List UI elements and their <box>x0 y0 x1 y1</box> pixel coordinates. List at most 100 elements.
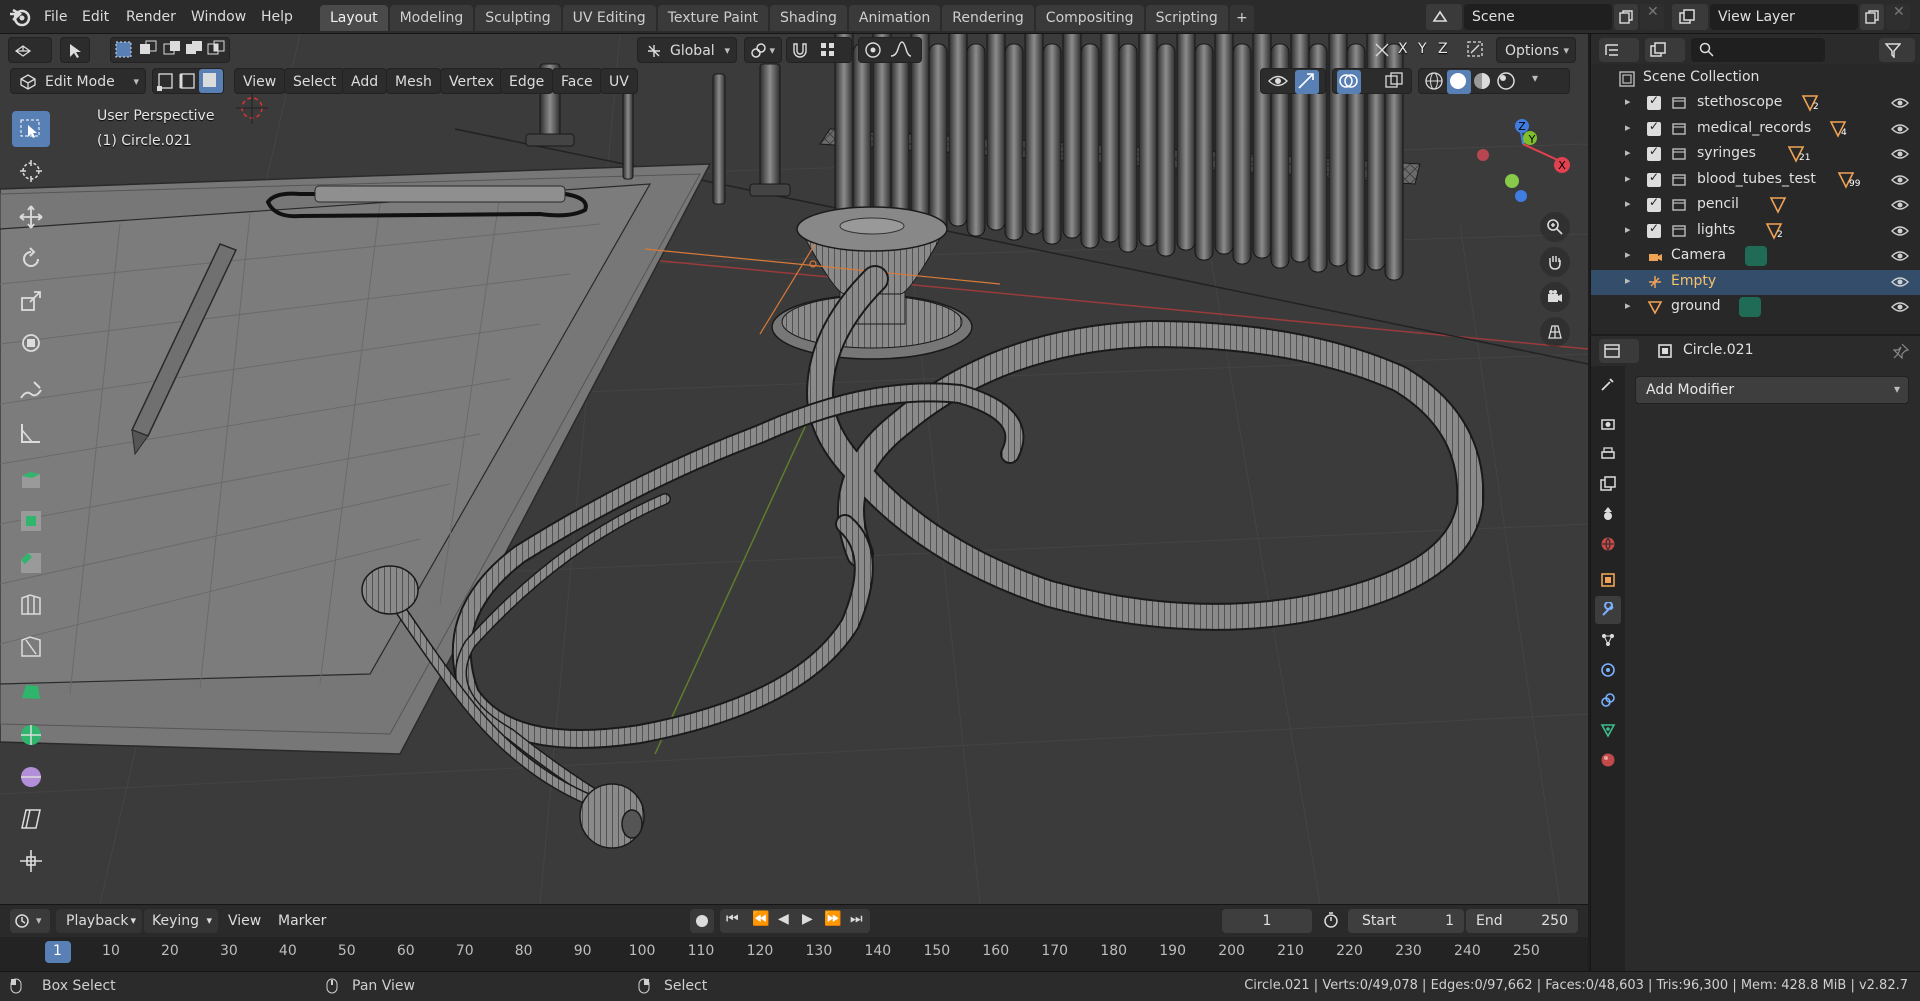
overlays-icon[interactable] <box>1337 70 1361 94</box>
playback-menu[interactable]: Playback ▾ <box>56 909 142 933</box>
mesh-data-badge-icon[interactable] <box>1829 120 1851 140</box>
outliner-item-5[interactable]: ▸ ✓ lights 2 <box>1591 219 1920 244</box>
next-keyframe-icon[interactable]: ⏩ <box>824 911 841 927</box>
menu-view[interactable]: View <box>234 68 286 94</box>
select-invert-icon[interactable] <box>183 38 207 62</box>
menu-file[interactable]: File <box>38 6 73 28</box>
mesh-data-badge-icon[interactable] <box>1801 94 1823 114</box>
eye-icon[interactable] <box>1891 173 1909 187</box>
jump-start-icon[interactable]: ⏮ <box>726 911 739 927</box>
selectability-eye-icon[interactable] <box>1267 70 1291 94</box>
rendered-shading-icon[interactable] <box>1495 70 1519 94</box>
frame-ruler[interactable]: 1 10 20 30 40 50 60 70 80 90 100 110 120 130 140 150 160… <box>0 937 1588 971</box>
frame-start-field[interactable]: Start 1 <box>1348 909 1464 933</box>
delete-view-layer-button[interactable]: ✕ <box>1886 4 1910 30</box>
scene-render[interactable]: X Y Z <box>0 34 1588 904</box>
tab-tool-settings[interactable] <box>1595 370 1621 398</box>
menu-window[interactable]: Window <box>185 6 252 28</box>
new-view-layer-button[interactable] <box>1860 4 1884 30</box>
view-layer-name-field[interactable]: View Layer <box>1710 4 1858 30</box>
expand-arrow-icon[interactable]: ▸ <box>1625 121 1631 134</box>
current-frame-field[interactable]: 1 <box>1222 909 1312 933</box>
menu-edit[interactable]: Edit <box>76 6 115 28</box>
extrude-tool[interactable] <box>12 461 50 497</box>
scene-browse-button[interactable] <box>1426 4 1462 30</box>
tab-object[interactable] <box>1595 566 1621 594</box>
select-tool-header-button[interactable] <box>60 37 90 63</box>
keying-menu[interactable]: Keying ▾ <box>144 909 218 933</box>
cursor-tool[interactable] <box>12 153 50 189</box>
timeline-view-menu[interactable]: View <box>228 909 261 933</box>
edge-select-icon[interactable] <box>177 70 201 94</box>
rip-tool[interactable] <box>12 843 50 879</box>
menu-face[interactable]: Face <box>552 68 602 94</box>
mesh-data-badge-icon[interactable] <box>1765 222 1787 242</box>
menu-add[interactable]: Add <box>342 68 388 94</box>
marker-menu[interactable]: Marker <box>278 909 326 933</box>
mirror-axis-x[interactable]: X <box>1398 41 1408 57</box>
move-tool[interactable] <box>12 199 50 235</box>
smooth-tool[interactable] <box>12 759 50 795</box>
outliner-item-0[interactable]: ▸ ✓ stethoscope 2 <box>1591 91 1920 116</box>
pin-icon[interactable] <box>1893 343 1909 359</box>
vertex-select-icon[interactable] <box>155 70 179 94</box>
outliner-item-4[interactable]: ▸ ✓ pencil <box>1591 193 1920 218</box>
spin-tool[interactable] <box>12 717 50 753</box>
tab-scripting[interactable]: Scripting <box>1145 5 1228 31</box>
exclude-checkbox[interactable]: ✓ <box>1647 144 1661 161</box>
expand-arrow-icon[interactable]: ▸ <box>1625 146 1631 159</box>
eye-icon[interactable] <box>1891 300 1909 314</box>
mesh-data-badge-icon[interactable] <box>1769 196 1791 216</box>
transform-tool[interactable] <box>12 325 50 361</box>
measure-tool[interactable] <box>12 415 50 451</box>
tab-output[interactable] <box>1595 440 1621 468</box>
tab-scene[interactable] <box>1595 500 1621 528</box>
pan-button[interactable] <box>1540 247 1570 277</box>
tab-physics[interactable] <box>1595 656 1621 684</box>
delete-scene-button[interactable]: ✕ <box>1640 4 1664 30</box>
tab-particles[interactable] <box>1595 626 1621 654</box>
camera-view-button[interactable] <box>1540 282 1570 312</box>
mirror-icon[interactable] <box>1372 40 1396 64</box>
tab-world[interactable] <box>1595 530 1621 558</box>
outliner-item-1[interactable]: ▸ ✓ medical_records 4 <box>1591 117 1920 142</box>
exclude-checkbox[interactable]: ✓ <box>1647 221 1661 238</box>
face-select-icon[interactable] <box>199 69 223 93</box>
xray-icon[interactable] <box>1383 70 1407 94</box>
interaction-mode-dropdown[interactable]: Edit Mode <box>10 68 146 95</box>
menu-select[interactable]: Select <box>284 68 346 94</box>
exclude-checkbox[interactable]: ✓ <box>1647 170 1661 187</box>
menu-vertex[interactable]: Vertex <box>440 68 504 94</box>
mirror-axis-z[interactable]: Z <box>1438 41 1448 57</box>
mesh-data-badge-icon[interactable] <box>1739 297 1761 317</box>
play-icon[interactable]: ▶ <box>802 911 813 927</box>
menu-mesh[interactable]: Mesh <box>386 68 441 94</box>
annotate-tool[interactable] <box>12 373 50 409</box>
outliner-scene-collection[interactable]: Scene Collection <box>1591 66 1920 91</box>
tab-material[interactable] <box>1595 746 1621 774</box>
expand-arrow-icon[interactable]: ▸ <box>1625 274 1631 287</box>
expand-arrow-icon[interactable]: ▸ <box>1625 197 1631 210</box>
gizmo-toggle-icon[interactable] <box>1295 70 1319 94</box>
view-layer-browse-button[interactable] <box>1672 4 1708 30</box>
perspective-toggle-button[interactable] <box>1540 317 1570 347</box>
editor-type-button[interactable] <box>8 37 52 63</box>
blender-logo-icon[interactable] <box>8 6 32 28</box>
display-mode-button[interactable] <box>1645 38 1685 62</box>
menu-edge[interactable]: Edge <box>500 68 554 94</box>
camera-data-badge-icon[interactable] <box>1745 246 1767 266</box>
scene-name-field[interactable]: Scene <box>1464 4 1612 30</box>
expand-arrow-icon[interactable]: ▸ <box>1625 223 1631 236</box>
rotate-tool[interactable] <box>12 241 50 277</box>
shear-tool[interactable] <box>12 801 50 837</box>
outliner-item-3[interactable]: ▸ ✓ blood_tubes_test 99 <box>1591 168 1920 193</box>
auto-merge-icon[interactable] <box>1465 39 1489 63</box>
eye-icon[interactable] <box>1891 147 1909 161</box>
proportional-edit-icon[interactable] <box>862 39 886 63</box>
exclude-checkbox[interactable]: ✓ <box>1647 195 1661 212</box>
knife-tool[interactable] <box>12 629 50 665</box>
add-workspace-button[interactable]: + <box>1229 5 1254 31</box>
stopwatch-icon[interactable] <box>1322 911 1340 933</box>
material-shading-icon[interactable] <box>1471 70 1495 94</box>
tab-uv-editing[interactable]: UV Editing <box>562 5 656 31</box>
